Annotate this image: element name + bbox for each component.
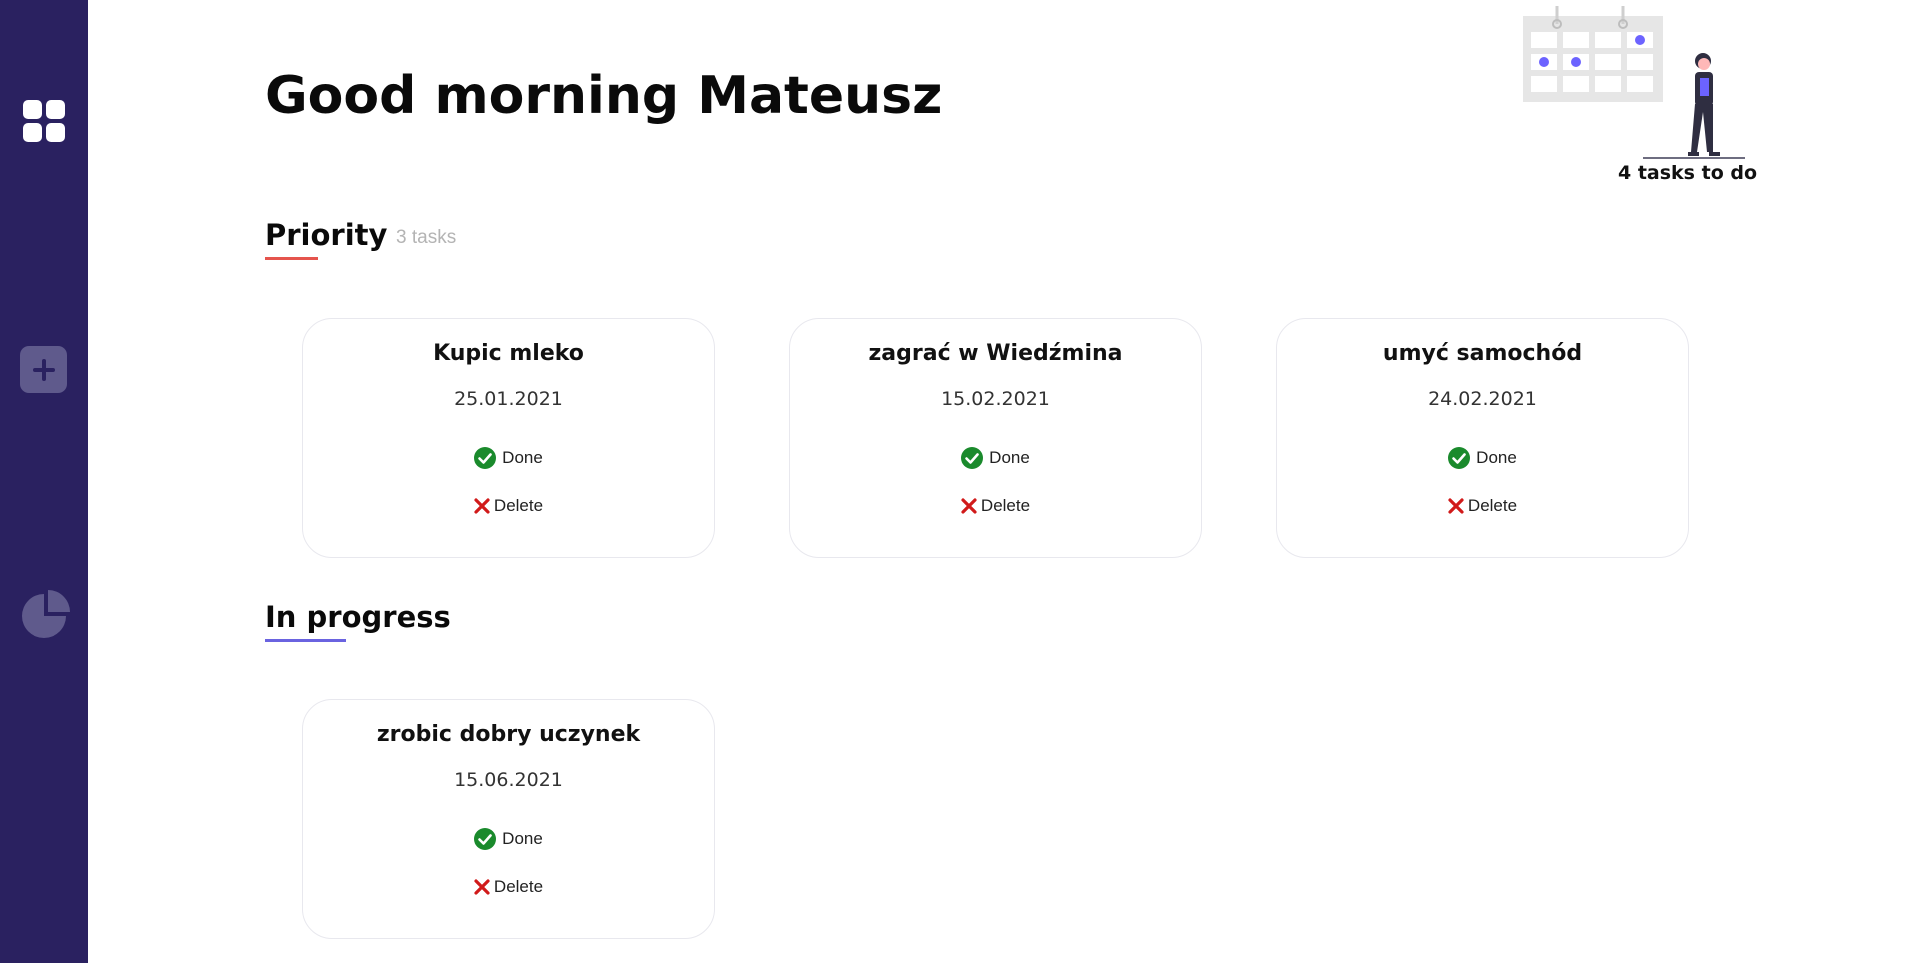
done-button[interactable]: Done (303, 447, 714, 469)
sidebar (0, 0, 88, 963)
main-content: Good morning Mateusz 4 tasks to do Prior… (88, 0, 1916, 963)
pie-chart-icon (22, 590, 70, 638)
statistics-button[interactable] (20, 588, 72, 640)
close-icon (961, 498, 977, 514)
dashboard-grid-icon[interactable] (20, 97, 68, 145)
task-date: 25.01.2021 (454, 388, 563, 410)
close-icon (474, 879, 490, 895)
page-title: Good morning Mateusz (265, 66, 943, 126)
section-title-priority: Priority (265, 218, 387, 260)
plus-icon (32, 358, 55, 381)
add-task-button[interactable] (20, 346, 67, 393)
delete-label: Delete (493, 877, 544, 896)
done-label: Done (1476, 448, 1517, 467)
check-circle-icon (1448, 447, 1471, 469)
task-title: zrobic dobry uczynek (376, 722, 641, 747)
task-date: 15.02.2021 (941, 388, 1050, 410)
task-card: umyć samochód 24.02.2021 Done Delete (1276, 318, 1689, 558)
task-card: zagrać w Wiedźmina 15.02.2021 Done Delet… (789, 318, 1202, 558)
done-button[interactable]: Done (1277, 447, 1688, 469)
delete-button[interactable]: Delete (303, 877, 714, 897)
close-icon (474, 498, 490, 514)
task-title: zagrać w Wiedźmina (868, 341, 1123, 366)
done-button[interactable]: Done (790, 447, 1201, 469)
section-underline (265, 639, 346, 642)
task-title: Kupic mleko (433, 341, 584, 366)
section-title-in-progress: In progress (265, 600, 451, 642)
section-underline (265, 257, 318, 260)
check-circle-icon (474, 447, 497, 469)
delete-label: Delete (980, 496, 1031, 515)
task-date: 15.06.2021 (454, 769, 563, 791)
done-button[interactable]: Done (303, 828, 714, 850)
task-title: umyć samochód (1382, 341, 1583, 366)
delete-button[interactable]: Delete (1277, 496, 1688, 516)
done-label: Done (989, 448, 1030, 467)
delete-label: Delete (1467, 496, 1518, 515)
done-label: Done (502, 448, 543, 467)
delete-label: Delete (493, 496, 544, 515)
done-label: Done (502, 829, 543, 848)
check-circle-icon (961, 447, 984, 469)
calendar-illustration (1523, 6, 1745, 159)
task-count-badge: 3 tasks (396, 227, 457, 248)
task-date: 24.02.2021 (1428, 388, 1537, 410)
check-circle-icon (474, 828, 497, 850)
task-card: zrobic dobry uczynek 15.06.2021 Done Del… (302, 699, 715, 939)
delete-button[interactable]: Delete (303, 496, 714, 516)
delete-button[interactable]: Delete (790, 496, 1201, 516)
tasks-summary: 4 tasks to do (1618, 162, 1758, 184)
task-card: Kupic mleko 25.01.2021 Done Delete (302, 318, 715, 558)
close-icon (1448, 498, 1464, 514)
